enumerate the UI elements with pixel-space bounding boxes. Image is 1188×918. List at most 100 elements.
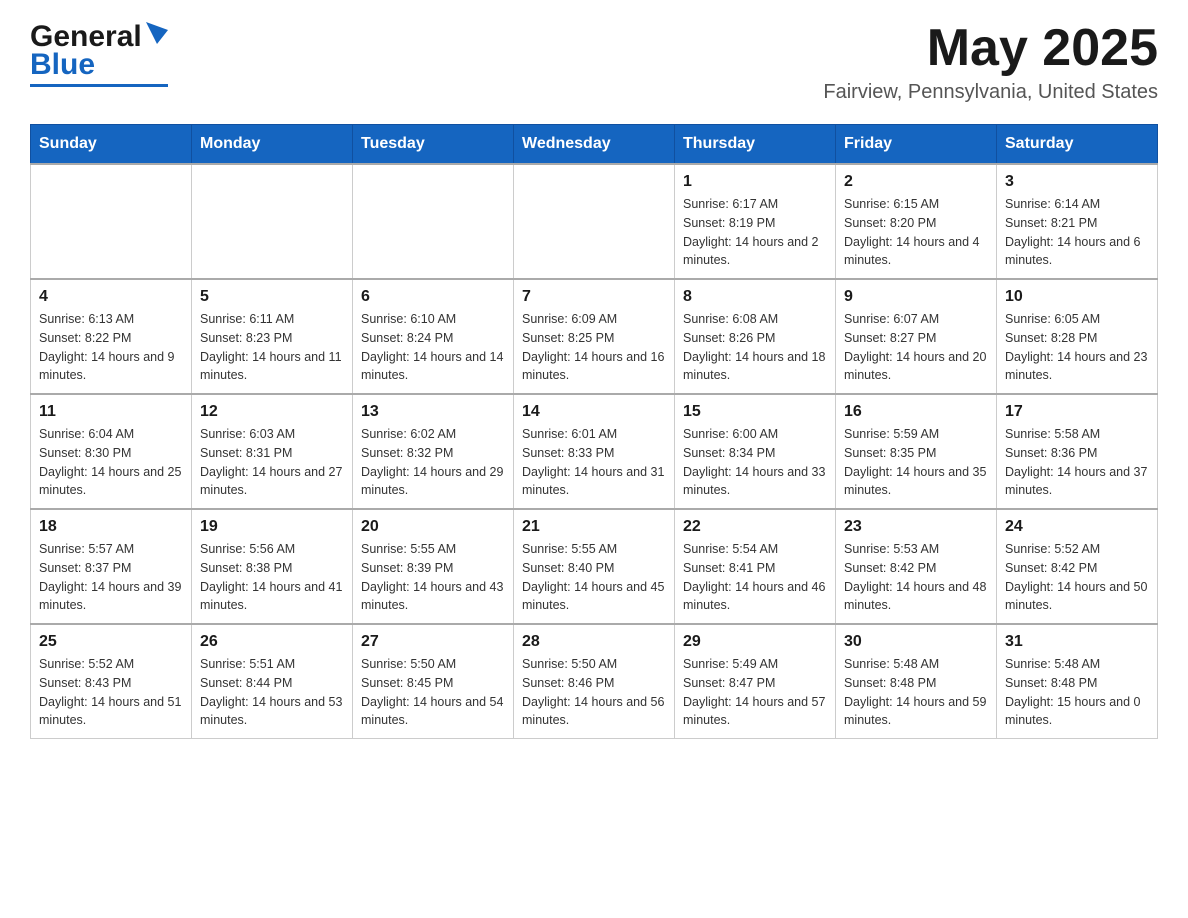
col-monday: Monday	[192, 125, 353, 165]
day-number: 25	[39, 633, 183, 651]
calendar-cell: 19 Sunrise: 5:56 AM Sunset: 8:38 PM Dayli…	[192, 509, 353, 624]
day-number: 12	[200, 403, 344, 421]
day-info: Sunrise: 6:15 AM Sunset: 8:20 PM Dayligh…	[844, 195, 988, 270]
day-number: 1	[683, 173, 827, 191]
calendar-cell: 6 Sunrise: 6:10 AM Sunset: 8:24 PM Daylig…	[353, 279, 514, 394]
day-info: Sunrise: 5:53 AM Sunset: 8:42 PM Dayligh…	[844, 540, 988, 615]
day-number: 9	[844, 288, 988, 306]
col-wednesday: Wednesday	[514, 125, 675, 165]
day-number: 4	[39, 288, 183, 306]
day-info: Sunrise: 5:58 AM Sunset: 8:36 PM Dayligh…	[1005, 425, 1149, 500]
calendar-cell: 27 Sunrise: 5:50 AM Sunset: 8:45 PM Dayli…	[353, 624, 514, 739]
calendar-cell: 21 Sunrise: 5:55 AM Sunset: 8:40 PM Dayli…	[514, 509, 675, 624]
day-info: Sunrise: 5:59 AM Sunset: 8:35 PM Dayligh…	[844, 425, 988, 500]
day-info: Sunrise: 5:50 AM Sunset: 8:46 PM Dayligh…	[522, 655, 666, 730]
col-tuesday: Tuesday	[353, 125, 514, 165]
logo-underline	[30, 84, 168, 87]
calendar-cell: 14 Sunrise: 6:01 AM Sunset: 8:33 PM Dayli…	[514, 394, 675, 509]
calendar-cell: 10 Sunrise: 6:05 AM Sunset: 8:28 PM Dayli…	[997, 279, 1158, 394]
day-number: 14	[522, 403, 666, 421]
day-number: 13	[361, 403, 505, 421]
day-number: 19	[200, 518, 344, 536]
calendar-cell: 7 Sunrise: 6:09 AM Sunset: 8:25 PM Daylig…	[514, 279, 675, 394]
day-info: Sunrise: 6:02 AM Sunset: 8:32 PM Dayligh…	[361, 425, 505, 500]
day-info: Sunrise: 6:01 AM Sunset: 8:33 PM Dayligh…	[522, 425, 666, 500]
calendar-cell: 17 Sunrise: 5:58 AM Sunset: 8:36 PM Dayli…	[997, 394, 1158, 509]
calendar-cell	[353, 164, 514, 279]
day-number: 27	[361, 633, 505, 651]
day-number: 16	[844, 403, 988, 421]
logo-arrow-icon	[146, 22, 168, 44]
day-number: 8	[683, 288, 827, 306]
day-info: Sunrise: 6:13 AM Sunset: 8:22 PM Dayligh…	[39, 310, 183, 385]
week-row-5: 25 Sunrise: 5:52 AM Sunset: 8:43 PM Dayli…	[31, 624, 1158, 739]
week-row-4: 18Sunrise: 5:57 AM Sunset: 8:37 PM Dayli…	[31, 509, 1158, 624]
calendar-cell: 30 Sunrise: 5:48 AM Sunset: 8:48 PM Dayli…	[836, 624, 997, 739]
week-row-2: 4 Sunrise: 6:13 AM Sunset: 8:22 PM Daylig…	[31, 279, 1158, 394]
calendar-cell: 9 Sunrise: 6:07 AM Sunset: 8:27 PM Daylig…	[836, 279, 997, 394]
calendar-cell: 16 Sunrise: 5:59 AM Sunset: 8:35 PM Dayli…	[836, 394, 997, 509]
day-info: Sunrise: 6:09 AM Sunset: 8:25 PM Dayligh…	[522, 310, 666, 385]
calendar-cell: 8 Sunrise: 6:08 AM Sunset: 8:26 PM Daylig…	[675, 279, 836, 394]
calendar-cell: 13 Sunrise: 6:02 AM Sunset: 8:32 PM Dayli…	[353, 394, 514, 509]
calendar-cell: 28 Sunrise: 5:50 AM Sunset: 8:46 PM Dayli…	[514, 624, 675, 739]
calendar-cell: 2Sunrise: 6:15 AM Sunset: 8:20 PM Daylig…	[836, 164, 997, 279]
day-info: Sunrise: 6:03 AM Sunset: 8:31 PM Dayligh…	[200, 425, 344, 500]
calendar-cell: 1 Sunrise: 6:17 AM Sunset: 8:19 PM Daylig…	[675, 164, 836, 279]
calendar-cell: 24Sunrise: 5:52 AM Sunset: 8:42 PM Dayli…	[997, 509, 1158, 624]
day-info: Sunrise: 6:00 AM Sunset: 8:34 PM Dayligh…	[683, 425, 827, 500]
calendar-cell: 29Sunrise: 5:49 AM Sunset: 8:47 PM Dayli…	[675, 624, 836, 739]
day-number: 3	[1005, 173, 1149, 191]
day-info: Sunrise: 5:50 AM Sunset: 8:45 PM Dayligh…	[361, 655, 505, 730]
day-number: 17	[1005, 403, 1149, 421]
day-number: 15	[683, 403, 827, 421]
calendar-cell: 5 Sunrise: 6:11 AM Sunset: 8:23 PM Daylig…	[192, 279, 353, 394]
day-info: Sunrise: 6:04 AM Sunset: 8:30 PM Dayligh…	[39, 425, 183, 500]
title-block: May 2025 Fairview, Pennsylvania, United …	[823, 20, 1158, 104]
day-number: 28	[522, 633, 666, 651]
day-number: 5	[200, 288, 344, 306]
day-info: Sunrise: 6:14 AM Sunset: 8:21 PM Dayligh…	[1005, 195, 1149, 270]
day-info: Sunrise: 6:10 AM Sunset: 8:24 PM Dayligh…	[361, 310, 505, 385]
location-label: Fairview, Pennsylvania, United States	[823, 81, 1158, 104]
day-info: Sunrise: 5:51 AM Sunset: 8:44 PM Dayligh…	[200, 655, 344, 730]
day-info: Sunrise: 6:07 AM Sunset: 8:27 PM Dayligh…	[844, 310, 988, 385]
day-number: 30	[844, 633, 988, 651]
calendar-cell: 26Sunrise: 5:51 AM Sunset: 8:44 PM Dayli…	[192, 624, 353, 739]
calendar-table: Sunday Monday Tuesday Wednesday Thursday…	[30, 124, 1158, 739]
calendar-cell	[31, 164, 192, 279]
calendar-cell: 31Sunrise: 5:48 AM Sunset: 8:48 PM Dayli…	[997, 624, 1158, 739]
day-info: Sunrise: 6:08 AM Sunset: 8:26 PM Dayligh…	[683, 310, 827, 385]
day-info: Sunrise: 5:57 AM Sunset: 8:37 PM Dayligh…	[39, 540, 183, 615]
day-info: Sunrise: 6:11 AM Sunset: 8:23 PM Dayligh…	[200, 310, 344, 385]
day-number: 11	[39, 403, 183, 421]
day-info: Sunrise: 6:05 AM Sunset: 8:28 PM Dayligh…	[1005, 310, 1149, 385]
calendar-cell	[514, 164, 675, 279]
day-info: Sunrise: 6:17 AM Sunset: 8:19 PM Dayligh…	[683, 195, 827, 270]
calendar-cell: 15 Sunrise: 6:00 AM Sunset: 8:34 PM Dayli…	[675, 394, 836, 509]
calendar-cell: 22Sunrise: 5:54 AM Sunset: 8:41 PM Dayli…	[675, 509, 836, 624]
day-number: 10	[1005, 288, 1149, 306]
day-info: Sunrise: 5:48 AM Sunset: 8:48 PM Dayligh…	[844, 655, 988, 730]
day-info: Sunrise: 5:55 AM Sunset: 8:40 PM Dayligh…	[522, 540, 666, 615]
day-info: Sunrise: 5:52 AM Sunset: 8:42 PM Dayligh…	[1005, 540, 1149, 615]
page-header: General Blue May 2025 Fairview, Pennsylv…	[30, 20, 1158, 104]
day-number: 21	[522, 518, 666, 536]
day-number: 6	[361, 288, 505, 306]
calendar-cell: 11 Sunrise: 6:04 AM Sunset: 8:30 PM Dayli…	[31, 394, 192, 509]
calendar-header-row: Sunday Monday Tuesday Wednesday Thursday…	[31, 125, 1158, 165]
logo: General Blue	[30, 20, 168, 87]
calendar-cell	[192, 164, 353, 279]
day-info: Sunrise: 5:55 AM Sunset: 8:39 PM Dayligh…	[361, 540, 505, 615]
week-row-3: 11 Sunrise: 6:04 AM Sunset: 8:30 PM Dayli…	[31, 394, 1158, 509]
calendar-cell: 25 Sunrise: 5:52 AM Sunset: 8:43 PM Dayli…	[31, 624, 192, 739]
day-info: Sunrise: 5:52 AM Sunset: 8:43 PM Dayligh…	[39, 655, 183, 730]
day-info: Sunrise: 5:56 AM Sunset: 8:38 PM Dayligh…	[200, 540, 344, 615]
col-sunday: Sunday	[31, 125, 192, 165]
col-thursday: Thursday	[675, 125, 836, 165]
day-info: Sunrise: 5:48 AM Sunset: 8:48 PM Dayligh…	[1005, 655, 1149, 730]
day-info: Sunrise: 5:49 AM Sunset: 8:47 PM Dayligh…	[683, 655, 827, 730]
calendar-cell: 20Sunrise: 5:55 AM Sunset: 8:39 PM Dayli…	[353, 509, 514, 624]
day-number: 7	[522, 288, 666, 306]
day-number: 23	[844, 518, 988, 536]
